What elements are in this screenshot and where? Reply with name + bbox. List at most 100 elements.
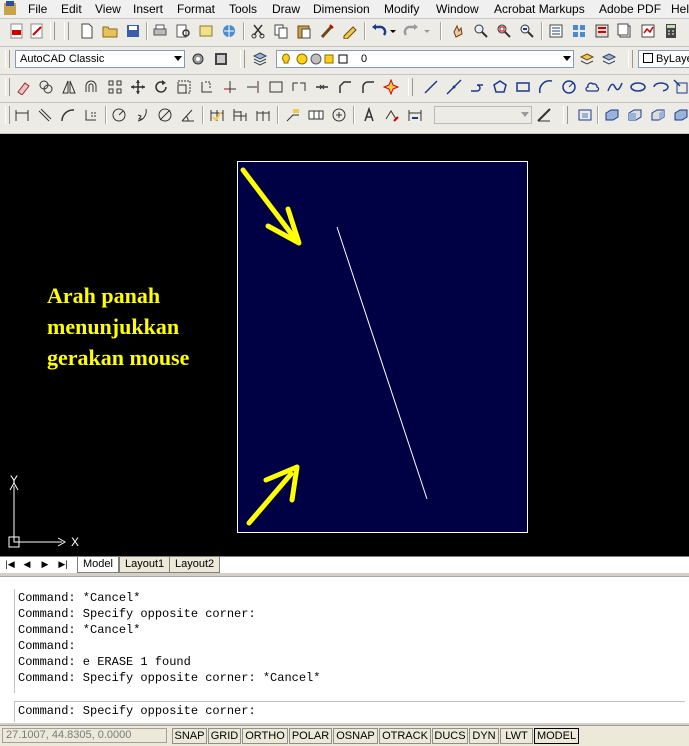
markup-set-manager-icon[interactable] bbox=[639, 22, 657, 40]
layer-previous-icon[interactable] bbox=[600, 50, 618, 68]
dimension-update-icon[interactable] bbox=[406, 106, 424, 124]
zoom-window-icon[interactable] bbox=[495, 22, 513, 40]
front-view-icon[interactable] bbox=[626, 106, 644, 124]
autocad-logo-icon[interactable] bbox=[3, 1, 18, 16]
array-icon[interactable] bbox=[106, 78, 124, 96]
tab-layout1[interactable]: Layout1 bbox=[119, 557, 171, 573]
revision-cloud-icon[interactable] bbox=[583, 78, 601, 96]
top-view-icon[interactable] bbox=[603, 106, 621, 124]
copy-icon[interactable] bbox=[272, 22, 290, 40]
jogged-dimension-icon[interactable] bbox=[133, 106, 151, 124]
command-input[interactable]: Command: Specify opposite corner: bbox=[14, 701, 685, 722]
dyn-toggle[interactable]: DYN bbox=[469, 728, 499, 744]
construction-line-icon[interactable] bbox=[445, 78, 463, 96]
save-icon[interactable] bbox=[124, 22, 142, 40]
menu-help[interactable]: Hel bbox=[671, 2, 689, 16]
last-tab-icon[interactable]: ▶| bbox=[56, 558, 70, 571]
model-toggle[interactable]: MODEL bbox=[534, 728, 579, 744]
menu-edit[interactable]: Edit bbox=[61, 2, 82, 16]
insert-block-icon[interactable] bbox=[672, 78, 689, 96]
grid-toggle[interactable]: GRID bbox=[208, 728, 241, 744]
menu-tools[interactable]: Tools bbox=[229, 2, 257, 16]
new-file-icon[interactable] bbox=[78, 22, 96, 40]
stretch-icon[interactable] bbox=[198, 78, 216, 96]
quick-dimension-icon[interactable] bbox=[208, 106, 226, 124]
polyline-icon[interactable] bbox=[468, 78, 486, 96]
snap-toggle[interactable]: SNAP bbox=[172, 728, 207, 744]
dimension-style-icon[interactable] bbox=[535, 106, 553, 124]
undo-dropdown-icon[interactable] bbox=[388, 22, 398, 40]
arc-icon[interactable] bbox=[537, 78, 555, 96]
ortho-toggle[interactable]: ORTHO bbox=[242, 728, 288, 744]
fillet-icon[interactable] bbox=[359, 78, 377, 96]
diameter-dimension-icon[interactable] bbox=[156, 106, 174, 124]
layer-select[interactable]: 0 bbox=[276, 50, 574, 68]
rectangle-icon[interactable] bbox=[514, 78, 532, 96]
center-mark-icon[interactable] bbox=[330, 106, 348, 124]
design-center-icon[interactable] bbox=[570, 22, 588, 40]
join-icon[interactable] bbox=[313, 78, 331, 96]
3d-dwf-icon[interactable] bbox=[220, 22, 238, 40]
linear-dimension-icon[interactable] bbox=[13, 106, 31, 124]
dimension-edit-icon[interactable] bbox=[360, 106, 378, 124]
copy-object-icon[interactable] bbox=[37, 78, 55, 96]
menu-window[interactable]: Window bbox=[436, 2, 479, 16]
erase-icon[interactable] bbox=[14, 78, 32, 96]
publish-icon[interactable] bbox=[197, 22, 215, 40]
aligned-dimension-icon[interactable] bbox=[36, 106, 54, 124]
tab-model[interactable]: Model bbox=[77, 557, 119, 573]
block-editor-icon[interactable] bbox=[341, 22, 359, 40]
prev-tab-icon[interactable]: ◀ bbox=[20, 558, 34, 571]
workspace-settings-icon[interactable] bbox=[189, 50, 207, 68]
extend-icon[interactable] bbox=[244, 78, 262, 96]
otrack-toggle[interactable]: OTRACK bbox=[379, 728, 431, 744]
dimension-style-select[interactable] bbox=[434, 106, 532, 124]
tool-palettes-icon[interactable] bbox=[593, 22, 611, 40]
continue-dimension-icon[interactable] bbox=[254, 106, 272, 124]
menu-insert[interactable]: Insert bbox=[133, 2, 163, 16]
menu-dimension[interactable]: Dimension bbox=[313, 2, 370, 16]
plot-icon[interactable] bbox=[151, 22, 169, 40]
make-object-layer-current-icon[interactable] bbox=[578, 50, 596, 68]
baseline-dimension-icon[interactable] bbox=[231, 106, 249, 124]
ellipse-arc-icon[interactable] bbox=[652, 78, 670, 96]
undo-icon[interactable] bbox=[370, 22, 388, 40]
redo-icon[interactable] bbox=[402, 22, 420, 40]
ellipse-icon[interactable] bbox=[629, 78, 647, 96]
selected-line[interactable] bbox=[336, 226, 428, 500]
rotate-icon[interactable] bbox=[152, 78, 170, 96]
break-icon[interactable] bbox=[290, 78, 308, 96]
tab-layout2[interactable]: Layout2 bbox=[169, 557, 221, 573]
first-tab-icon[interactable]: |◀ bbox=[3, 558, 17, 571]
menu-file[interactable]: File bbox=[28, 2, 47, 16]
polygon-icon[interactable] bbox=[491, 78, 509, 96]
menu-format[interactable]: Format bbox=[177, 2, 215, 16]
polar-toggle[interactable]: POLAR bbox=[289, 728, 332, 744]
menu-draw[interactable]: Draw bbox=[272, 2, 300, 16]
pdf-convert-icon[interactable] bbox=[28, 22, 46, 40]
lwt-toggle[interactable]: LWT bbox=[500, 728, 533, 744]
line-icon[interactable] bbox=[422, 78, 440, 96]
radius-dimension-icon[interactable] bbox=[110, 106, 128, 124]
ucs-icon[interactable] bbox=[576, 106, 594, 124]
pdf-create-icon[interactable] bbox=[8, 22, 26, 40]
menu-view[interactable]: View bbox=[95, 2, 121, 16]
properties-icon[interactable] bbox=[547, 22, 565, 40]
pan-realtime-icon[interactable] bbox=[449, 22, 467, 40]
quickcalc-icon[interactable] bbox=[662, 22, 680, 40]
menu-modify[interactable]: Modify bbox=[384, 2, 419, 16]
spline-icon[interactable] bbox=[606, 78, 624, 96]
ordinate-dimension-icon[interactable] bbox=[82, 106, 100, 124]
offset-icon[interactable] bbox=[83, 78, 101, 96]
dimension-text-edit-icon[interactable] bbox=[383, 106, 401, 124]
cut-icon[interactable] bbox=[249, 22, 267, 40]
sheet-set-manager-icon[interactable] bbox=[616, 22, 634, 40]
layer-properties-manager-icon[interactable] bbox=[251, 50, 269, 68]
zoom-previous-icon[interactable] bbox=[518, 22, 536, 40]
chamfer-icon[interactable] bbox=[336, 78, 354, 96]
menu-adobe-pdf[interactable]: Adobe PDF bbox=[599, 2, 661, 16]
ducs-toggle[interactable]: DUCS bbox=[432, 728, 468, 744]
workspace-select[interactable]: AutoCAD Classic bbox=[15, 50, 185, 68]
circle-icon[interactable] bbox=[560, 78, 578, 96]
scale-icon[interactable] bbox=[175, 78, 193, 96]
